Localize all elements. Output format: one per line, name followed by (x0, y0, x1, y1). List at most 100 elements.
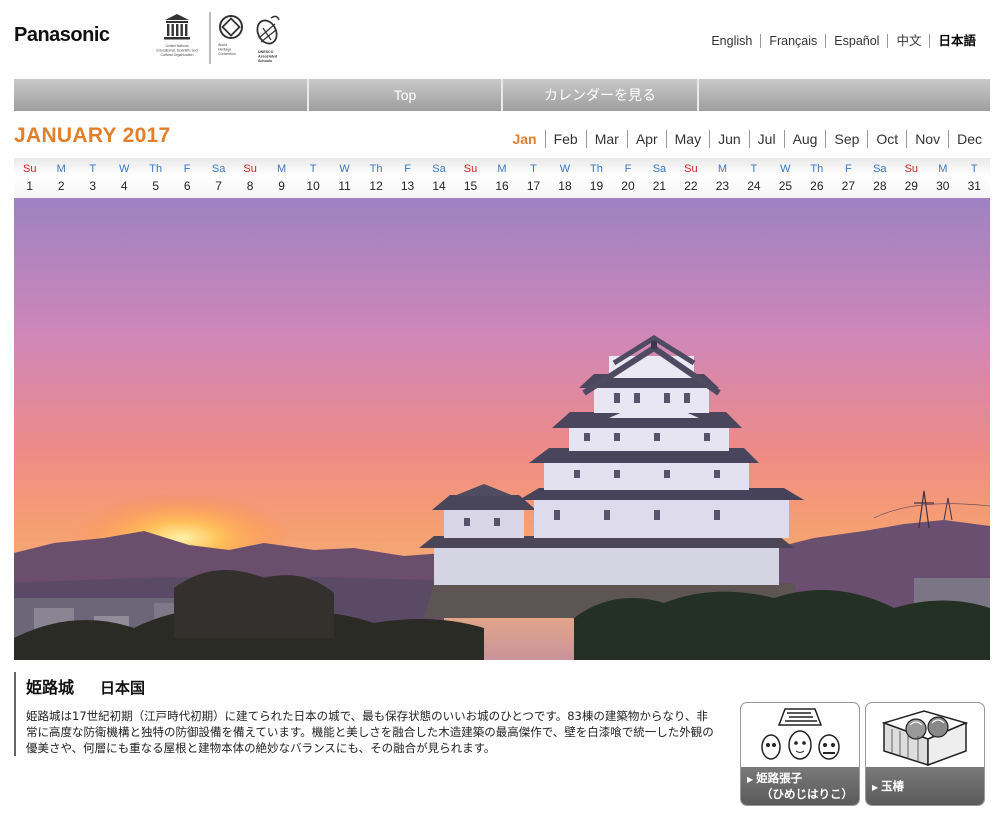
calendar-day[interactable]: Th 19 (581, 158, 612, 198)
weekday-label: Th (590, 163, 603, 175)
calendar-day[interactable]: M 23 (707, 158, 738, 198)
weekday-label: Th (369, 163, 383, 175)
svg-text:UNESCO: UNESCO (258, 50, 274, 54)
weekday-label: Sa (652, 163, 667, 175)
calendar-day[interactable]: Su 1 (14, 158, 45, 198)
date-number: 2 (57, 179, 65, 193)
calendar-day[interactable]: W 25 (770, 158, 801, 198)
date-number: 20 (621, 179, 635, 193)
month-oct[interactable]: Oct (867, 130, 906, 148)
unesco-temple-icon (164, 14, 190, 40)
weekday-label: F (404, 163, 411, 175)
triangle-right-icon: ▶ (872, 783, 879, 792)
date-number: 11 (338, 179, 351, 193)
calendar-day[interactable]: T 10 (297, 158, 328, 198)
date-number: 29 (904, 179, 918, 193)
thumbnail-himeji-hariko[interactable]: ▶ 姫路張子 （ひめじはりこ） (740, 702, 860, 806)
calendar-day[interactable]: M9 (266, 158, 297, 198)
month-may[interactable]: May (665, 130, 709, 148)
date-number: 5 (152, 179, 160, 193)
calendar-day[interactable]: Sa 28 (864, 158, 895, 198)
triangle-right-icon: ▶ (747, 775, 754, 784)
weekday-label: M (717, 163, 727, 175)
date-number: 18 (558, 179, 572, 193)
calendar-day[interactable]: F6 (171, 158, 202, 198)
lang-french[interactable]: Français (760, 34, 825, 48)
calendar-day[interactable]: T 24 (738, 158, 769, 198)
lang-english[interactable]: English (703, 34, 760, 48)
svg-text:Associated: Associated (258, 55, 277, 59)
calendar-day[interactable]: Sa 21 (644, 158, 675, 198)
calendar-day[interactable]: T 17 (518, 158, 549, 198)
calendar-day[interactable]: W 11 (329, 158, 360, 198)
weekday-label: M (938, 163, 948, 175)
svg-text:United Nations: United Nations (166, 44, 189, 48)
calendar-day[interactable]: M 30 (927, 158, 958, 198)
date-number: 16 (495, 179, 509, 193)
date-number: 22 (684, 179, 698, 193)
calendar-day[interactable]: Su 22 (675, 158, 706, 198)
calendar-day[interactable]: Th 26 (801, 158, 832, 198)
calendar-day[interactable]: Su 8 (234, 158, 265, 198)
weekday-label: Su (904, 163, 919, 175)
site-description: 姫路城は17世紀初期（江戸時代初期）に建てられた日本の城で、最も保存状態のいいお… (26, 709, 714, 755)
date-number: 19 (589, 179, 604, 193)
calendar-day[interactable]: Th 5 (140, 158, 171, 198)
nav-calendar-button[interactable]: カレンダーを見る (501, 79, 697, 111)
weekday-label: T (530, 163, 537, 175)
date-number: 4 (120, 179, 128, 193)
month-apr[interactable]: Apr (626, 130, 666, 148)
month-dec[interactable]: Dec (948, 130, 990, 148)
calendar-day[interactable]: M2 (45, 158, 76, 198)
weekday-label: F (844, 163, 852, 175)
calendar-day[interactable]: M 16 (486, 158, 517, 198)
date-number: 14 (432, 179, 446, 193)
calendar-day[interactable]: F 13 (392, 158, 423, 198)
calendar-day[interactable]: T 31 (959, 158, 990, 198)
weekday-label: Su (463, 163, 478, 175)
svg-text:Educational, Scientific and: Educational, Scientific and (156, 49, 197, 53)
panasonic-logo[interactable]: Panasonic (14, 24, 110, 47)
date-number: 30 (936, 179, 950, 193)
date-number: 13 (400, 179, 415, 193)
month-nov[interactable]: Nov (906, 130, 948, 148)
weekday-label: T (309, 163, 317, 175)
calendar-day[interactable]: Sa 14 (423, 158, 454, 198)
month-mar[interactable]: Mar (585, 130, 627, 148)
month-sep[interactable]: Sep (825, 130, 867, 148)
weekday-label: Sa (211, 163, 226, 175)
nav-spacer-right (697, 79, 990, 111)
calendar-day[interactable]: W 18 (549, 158, 580, 198)
unesco-logos: United Nations Educational, Scientific a… (156, 12, 280, 64)
month-aug[interactable]: Aug (783, 130, 826, 148)
calendar-day[interactable]: Sa 7 (203, 158, 234, 198)
weekday-label: F (624, 163, 632, 175)
svg-text:Cultural Organization: Cultural Organization (161, 53, 194, 57)
calendar-day[interactable]: T3 (77, 158, 108, 198)
svg-text:Heritage: Heritage (218, 48, 231, 52)
lang-chinese[interactable]: 中文 (887, 34, 929, 48)
calendar-day[interactable]: W4 (108, 158, 139, 198)
nav-top-button[interactable]: Top (307, 79, 501, 111)
calendar-day[interactable]: F 27 (833, 158, 864, 198)
weekday-label: T (89, 163, 97, 175)
month-jan[interactable]: Jan (504, 130, 544, 148)
weekday-label: T (750, 163, 758, 175)
month-feb[interactable]: Feb (544, 130, 586, 148)
nav-bar: Top カレンダーを見る (14, 79, 990, 111)
date-number: 17 (526, 179, 541, 193)
weekday-label: Su (243, 163, 257, 175)
calendar-day[interactable]: Su 15 (455, 158, 486, 198)
site-name: 姫路城 (26, 678, 75, 697)
site-country: 日本国 (100, 679, 146, 697)
month-jul[interactable]: Jul (748, 130, 784, 148)
calendar-day[interactable]: Su 29 (896, 158, 927, 198)
calendar-day[interactable]: F 20 (612, 158, 643, 198)
lang-spanish[interactable]: Español (825, 34, 887, 48)
thumbnail-tamatsubaki[interactable]: ▶ 玉椿 (865, 702, 985, 806)
tamatsubaki-sweets-icon (881, 710, 969, 767)
month-jun[interactable]: Jun (709, 130, 749, 148)
calendar-day[interactable]: Th 12 (360, 158, 391, 198)
lang-japanese[interactable]: 日本語 (929, 34, 984, 48)
date-number: 3 (89, 179, 97, 193)
